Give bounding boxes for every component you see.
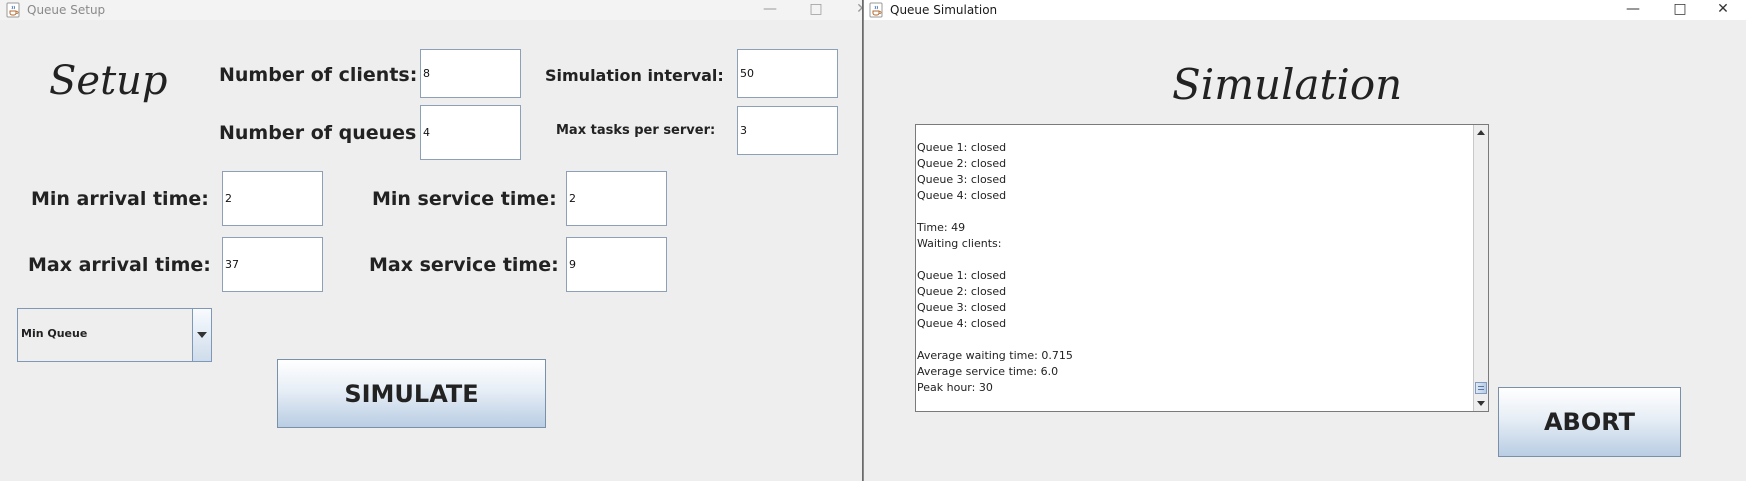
simulation-heading: Simulation [1172,60,1403,109]
num-queues-field[interactable] [420,105,521,160]
min-service-label: Min service time: [372,188,557,210]
min-arrival-field[interactable] [222,171,323,226]
max-arrival-field[interactable] [222,237,323,292]
simulation-titlebar[interactable]: Queue Simulation — □ ✕ [863,0,1746,20]
log-vertical-scrollbar[interactable] [1473,125,1488,411]
queue-simulation-window: Queue Simulation — □ ✕ Simulation Queue … [863,0,1746,481]
dropdown-toggle-button[interactable] [192,309,211,361]
simulation-log-text: Queue 1: closed Queue 2: closed Queue 3:… [917,141,1073,394]
min-arrival-label: Min arrival time: [31,188,209,210]
simulation-minimize-button[interactable]: — [1610,0,1656,20]
sim-interval-field[interactable] [737,49,838,98]
java-coffee-cup-icon [6,2,20,18]
num-queues-label: Number of queues [219,122,417,144]
num-clients-field[interactable] [420,49,521,98]
sim-interval-label: Simulation interval: [545,66,724,85]
max-service-field[interactable] [566,237,667,292]
min-service-field[interactable] [566,171,667,226]
setup-titlebar[interactable]: Queue Setup — □ ✕ [0,0,862,20]
max-arrival-label: Max arrival time: [28,254,211,276]
max-tasks-field[interactable] [737,106,838,155]
setup-heading: Setup [49,58,168,104]
simulation-window-title: Queue Simulation [890,3,998,17]
scrollbar-thumb[interactable] [1475,382,1487,394]
simulation-maximize-button[interactable]: □ [1657,0,1703,20]
simulate-button[interactable]: SIMULATE [277,359,546,428]
strategy-selected-value: Min Queue [21,327,88,340]
abort-button[interactable]: ABORT [1498,387,1681,457]
setup-window-title: Queue Setup [27,3,106,17]
chevron-down-icon [197,332,207,338]
max-tasks-label: Max tasks per server: [556,123,716,138]
strategy-dropdown[interactable]: Min Queue [17,308,212,362]
setup-close-button[interactable]: ✕ [839,0,862,20]
simulation-close-button[interactable]: ✕ [1700,0,1746,20]
java-coffee-cup-icon [869,2,883,18]
setup-minimize-button[interactable]: — [747,0,793,20]
arrow-up-icon[interactable] [1477,130,1485,135]
max-service-label: Max service time: [369,254,559,276]
num-clients-label: Number of clients: [219,64,418,86]
setup-maximize-button[interactable]: □ [793,0,839,20]
arrow-down-icon[interactable] [1477,401,1485,406]
queue-setup-window: Queue Setup — □ ✕ Setup Number of client… [0,0,862,481]
simulation-log-area[interactable]: Queue 1: closed Queue 2: closed Queue 3:… [915,124,1489,412]
